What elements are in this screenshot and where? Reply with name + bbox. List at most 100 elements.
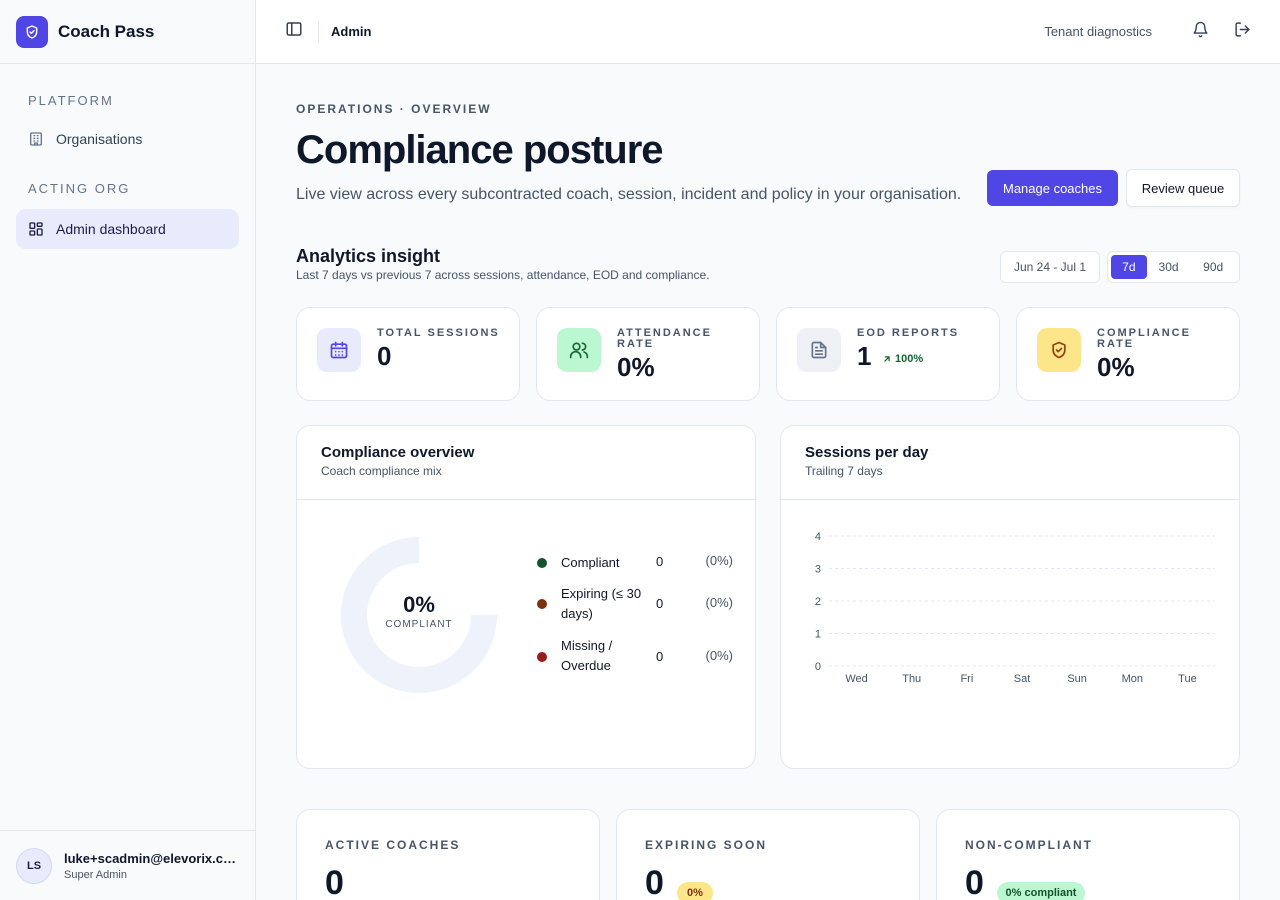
page-title: Compliance posture: [296, 128, 664, 172]
stat-card-active-coaches: ACTIVE COACHES 0: [296, 809, 600, 900]
kpi-label: ATTENDANCE RATE: [617, 327, 712, 350]
legend-count: 0: [656, 596, 664, 611]
legend-item-expiring: Expiring (≤ 30 days) 0 (0%): [537, 584, 733, 626]
app-name: Coach Pass: [58, 21, 155, 41]
x-tick-label: Fri: [960, 673, 973, 685]
x-tick-label: Mon: [1122, 673, 1143, 685]
tenant-diagnostics-link[interactable]: Tenant diagnostics: [1044, 24, 1152, 39]
brand[interactable]: Coach Pass: [0, 0, 255, 64]
sidebar-toggle-button[interactable]: [280, 18, 308, 46]
stat-card-expiring-soon: EXPIRING SOON 0 0%: [616, 809, 920, 900]
legend-name: Compliant: [561, 555, 620, 570]
stat-card-non-compliant: NON-COMPLIANT 0 0% compliant: [936, 809, 1240, 900]
building-icon: [28, 131, 44, 147]
user-email: luke+scadmin@elevorix.co.uk: [64, 850, 239, 866]
stat-label: EXPIRING SOON: [645, 838, 768, 852]
grid-icon: [28, 221, 44, 237]
y-tick-label: 2: [815, 596, 821, 608]
kpi-card-total-sessions: TOTAL SESSIONS 0: [296, 307, 520, 401]
kpi-card-eod-reports: EOD REPORTS 1 100%: [776, 307, 1000, 401]
date-range-picker[interactable]: Jun 24 - Jul 1: [1000, 251, 1100, 283]
legend-item-compliant: Compliant 0 (0%): [537, 553, 733, 573]
nav-heading-acting-org: ACTING ORG: [28, 181, 131, 196]
sidebar-item-organisations[interactable]: Organisations: [16, 119, 239, 159]
kpi-trend-value: 100%: [895, 353, 924, 365]
stat-value: 0: [965, 864, 984, 900]
review-queue-button[interactable]: Review queue: [1126, 169, 1240, 207]
logout-button[interactable]: [1228, 18, 1256, 46]
kpi-label: COMPLIANCE RATE: [1097, 327, 1191, 350]
legend-pct: (0%): [705, 595, 733, 610]
card-title: Compliance overview: [321, 444, 475, 461]
card-title: Sessions per day: [805, 444, 929, 461]
users-icon: [557, 328, 601, 372]
logout-icon: [1234, 21, 1251, 43]
y-tick-label: 4: [815, 531, 821, 543]
x-tick-label: Sat: [1014, 673, 1031, 685]
stat-value: 0: [325, 864, 344, 900]
x-tick-label: Thu: [902, 673, 921, 685]
sidebar-item-label: Organisations: [56, 131, 143, 147]
document-icon: [797, 328, 841, 372]
card-subtitle: Trailing 7 days: [805, 464, 883, 478]
status-badge: 0%: [677, 882, 713, 900]
legend-pct: (0%): [705, 553, 733, 568]
donut-center-value: 0%: [403, 592, 435, 617]
range-option-90d[interactable]: 90d: [1190, 255, 1236, 279]
y-tick-label: 1: [815, 629, 821, 641]
divider: [318, 21, 319, 42]
legend-dot: [537, 599, 547, 609]
card-subtitle: Coach compliance mix: [321, 464, 442, 478]
stat-value: 0: [645, 864, 664, 900]
topbar: Admin Tenant diagnostics: [256, 0, 1280, 64]
arrow-up-right-icon: [882, 354, 892, 364]
legend-count: 0: [656, 554, 664, 569]
calendar-icon: [317, 328, 361, 372]
legend-count: 0: [656, 649, 664, 664]
compliance-overview-card: Compliance overview Coach compliance mix…: [296, 425, 756, 769]
page-eyebrow: OPERATIONS · OVERVIEW: [296, 102, 492, 116]
kpi-trend: 100%: [882, 353, 923, 365]
kpi-value: 1: [857, 341, 872, 371]
kpi-card-compliance-rate: COMPLIANCE RATE 0%: [1016, 307, 1240, 401]
legend-pct: (0%): [705, 648, 733, 663]
status-badge: 0% compliant: [997, 882, 1085, 900]
stat-label: NON-COMPLIANT: [965, 838, 1093, 852]
legend-item-missing: Missing / Overdue 0 (0%): [537, 636, 733, 678]
analytics-subtitle: Last 7 days vs previous 7 across session…: [296, 268, 710, 282]
shield-logo-icon: [16, 15, 48, 48]
stat-label: ACTIVE COACHES: [325, 838, 461, 852]
legend-dot: [537, 652, 547, 662]
sidebar-item-admin-dashboard[interactable]: Admin dashboard: [16, 209, 239, 249]
range-option-30d[interactable]: 30d: [1147, 255, 1191, 279]
analytics-title: Analytics insight: [296, 246, 441, 266]
user-profile[interactable]: LS luke+scadmin@elevorix.co.uk Super Adm…: [0, 830, 255, 900]
notifications-button[interactable]: [1186, 18, 1214, 46]
shield-check-icon: [1037, 328, 1081, 372]
range-toggle: 7d 30d 90d: [1107, 251, 1240, 283]
manage-coaches-button[interactable]: Manage coaches: [987, 170, 1118, 206]
y-tick-label: 0: [815, 661, 821, 673]
kpi-card-attendance-rate: ATTENDANCE RATE 0%: [536, 307, 760, 401]
range-option-7d[interactable]: 7d: [1111, 255, 1147, 279]
legend-name: Missing / Overdue: [561, 638, 613, 673]
sessions-bar-chart: 0 1 2 3 4 Wed Thu Fri Sat Sun Mon Tue: [815, 531, 1215, 685]
bell-icon: [1192, 21, 1209, 43]
nav-heading-platform: PLATFORM: [28, 93, 114, 108]
sessions-per-day-card: Sessions per day Trailing 7 days 0 1 2 3 4 We…: [780, 425, 1240, 769]
legend-name: Expiring (≤ 30 days): [561, 586, 642, 621]
sidebar: Coach Pass PLATFORM Organisations ACTING…: [0, 0, 256, 900]
x-tick-label: Tue: [1178, 673, 1197, 685]
y-tick-label: 3: [815, 564, 821, 576]
avatar: LS: [16, 847, 52, 884]
kpi-label: EOD REPORTS: [857, 327, 960, 339]
kpi-value: 0%: [1097, 352, 1135, 382]
kpi-label: TOTAL SESSIONS: [377, 327, 500, 339]
kpi-value: 0: [377, 341, 392, 371]
legend-dot: [537, 558, 547, 568]
breadcrumb: Admin: [331, 24, 372, 39]
x-tick-label: Wed: [845, 673, 867, 685]
user-role: Super Admin: [64, 868, 127, 881]
kpi-value: 0%: [617, 352, 655, 382]
page-subtitle: Live view across every subcontracted coa…: [296, 186, 962, 203]
